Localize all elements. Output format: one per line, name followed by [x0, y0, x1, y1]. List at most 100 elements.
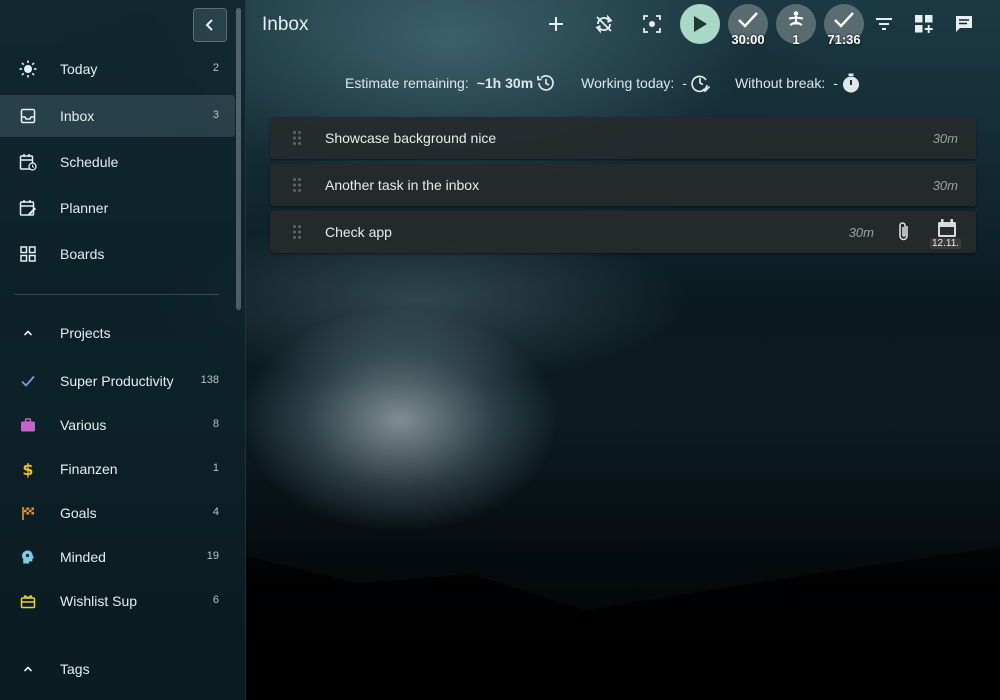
- filter-icon: [876, 18, 892, 30]
- due-date-badge[interactable]: 12.11.: [930, 219, 964, 249]
- nav-item-boards[interactable]: Boards: [0, 233, 235, 275]
- estimate-remaining-label: Estimate remaining:: [345, 75, 469, 91]
- filter-button[interactable]: [866, 6, 902, 42]
- nav-item-label: Today: [60, 61, 98, 77]
- drag-handle-icon[interactable]: [292, 224, 302, 240]
- estimate-remaining-value: ~1h 30m: [476, 75, 534, 91]
- task-estimate: 30m: [932, 131, 958, 146]
- project-minded[interactable]: Minded 19: [0, 536, 235, 578]
- projects-heading: Projects: [60, 325, 111, 341]
- project-label: Super Productivity: [60, 373, 174, 389]
- svg-text:$: $: [22, 460, 33, 478]
- add-widget-button[interactable]: [906, 6, 942, 42]
- working-today-stat: Working today: -: [581, 72, 711, 94]
- working-today-label: Working today:: [581, 75, 675, 91]
- background-rocks: [246, 547, 1000, 700]
- sidebar-scrollbar[interactable]: [236, 8, 241, 310]
- drag-handle-icon[interactable]: [292, 177, 302, 193]
- sidebar: Today 2 Inbox 3 Schedule Planner Boards …: [0, 0, 246, 700]
- task-count: 4: [212, 506, 219, 518]
- nav-item-today[interactable]: Today 2: [0, 48, 235, 90]
- task-title[interactable]: Showcase background nice: [325, 130, 496, 146]
- projects-section-toggle[interactable]: Projects: [0, 312, 235, 354]
- page-title: Inbox: [262, 14, 309, 35]
- checkered-flag-icon: [19, 504, 37, 522]
- focus-mode-button[interactable]: [634, 6, 670, 42]
- task-count: 19: [206, 550, 219, 562]
- task-item[interactable]: Showcase background nice 30m: [270, 117, 976, 159]
- nav-item-planner[interactable]: Planner: [0, 187, 235, 229]
- chevron-left-icon: [205, 19, 213, 31]
- widget-add-icon: [915, 15, 933, 33]
- calendar-edit-icon: [19, 199, 37, 217]
- plus-icon: [549, 17, 563, 31]
- task-estimate: 30m: [848, 225, 874, 240]
- nav-item-label: Inbox: [60, 108, 95, 124]
- without-break-stat: Without break: -: [735, 72, 862, 94]
- break-count-value: 1: [792, 32, 800, 47]
- history-clock-icon: [537, 75, 554, 91]
- task-count: 6: [212, 594, 219, 606]
- task-count: 3: [212, 109, 219, 121]
- attachment-icon[interactable]: [894, 221, 914, 243]
- project-various[interactable]: Various 8: [0, 404, 235, 446]
- focus-icon: [643, 15, 661, 33]
- dollar-icon: $: [19, 460, 37, 478]
- tags-section-toggle[interactable]: Tags: [0, 648, 235, 690]
- drag-handle-icon[interactable]: [292, 130, 302, 146]
- stats-bar: Estimate remaining: ~1h 30m Working toda…: [345, 72, 886, 94]
- time-tracked-button[interactable]: 71:36: [824, 4, 864, 47]
- project-label: Finanzen: [60, 461, 118, 477]
- estimate-remaining-stat: Estimate remaining: ~1h 30m: [345, 72, 557, 94]
- time-tracked-value: 71:36: [827, 32, 861, 47]
- chevron-up-icon: [19, 324, 37, 342]
- project-goals[interactable]: Goals 4: [0, 492, 235, 534]
- gift-box-icon: [19, 592, 37, 610]
- nav-item-inbox[interactable]: Inbox 3: [0, 95, 235, 137]
- pomodoro-timer-button[interactable]: 30:00: [728, 4, 768, 47]
- without-break-value: -: [833, 75, 838, 91]
- chevron-up-icon: [19, 660, 37, 678]
- sidebar-divider: [14, 294, 219, 295]
- inbox-icon: [19, 107, 37, 125]
- task-item[interactable]: Another task in the inbox 30m: [270, 164, 976, 206]
- task-count: 8: [212, 418, 219, 430]
- project-finanzen[interactable]: $ Finanzen 1: [0, 448, 235, 490]
- nav-item-schedule[interactable]: Schedule: [0, 141, 235, 183]
- project-super-productivity[interactable]: Super Productivity 138: [0, 360, 235, 402]
- sync-button[interactable]: [586, 6, 622, 42]
- nav-item-label: Schedule: [60, 154, 119, 170]
- briefcase-icon: [19, 416, 37, 434]
- working-today-value: -: [682, 75, 687, 91]
- notes-button[interactable]: [946, 6, 982, 42]
- nav-item-label: Planner: [60, 200, 109, 216]
- brain-icon: [19, 548, 37, 566]
- add-task-button[interactable]: [538, 6, 574, 42]
- calendar-icon: [938, 219, 956, 237]
- task-title[interactable]: Another task in the inbox: [325, 177, 479, 193]
- check-icon: [834, 12, 854, 28]
- project-label: Goals: [60, 505, 97, 521]
- task-count: 2: [212, 62, 219, 74]
- tags-heading: Tags: [60, 661, 90, 677]
- project-label: Minded: [60, 549, 106, 565]
- task-item[interactable]: Check app 30m 12.11.: [270, 211, 976, 253]
- grid-icon: [19, 245, 37, 263]
- task-count: 1: [212, 462, 219, 474]
- project-label: Various: [60, 417, 107, 433]
- break-reminder-button[interactable]: 1: [776, 4, 816, 47]
- stopwatch-icon: [842, 73, 859, 93]
- task-title[interactable]: Check app: [325, 224, 392, 240]
- task-estimate: 30m: [932, 178, 958, 193]
- clock-check-icon: [691, 75, 711, 93]
- project-wishlist-sup[interactable]: Wishlist Sup 6: [0, 580, 235, 622]
- pomodoro-timer-value: 30:00: [731, 32, 765, 47]
- project-label: Wishlist Sup: [60, 593, 138, 609]
- due-date: 12.11.: [930, 238, 962, 249]
- start-tracking-button[interactable]: [680, 4, 720, 44]
- meditation-icon: [788, 11, 804, 26]
- play-icon: [694, 16, 707, 32]
- check-icon: [738, 12, 758, 28]
- calendar-clock-icon: [19, 153, 37, 171]
- collapse-sidebar-button[interactable]: [193, 8, 227, 42]
